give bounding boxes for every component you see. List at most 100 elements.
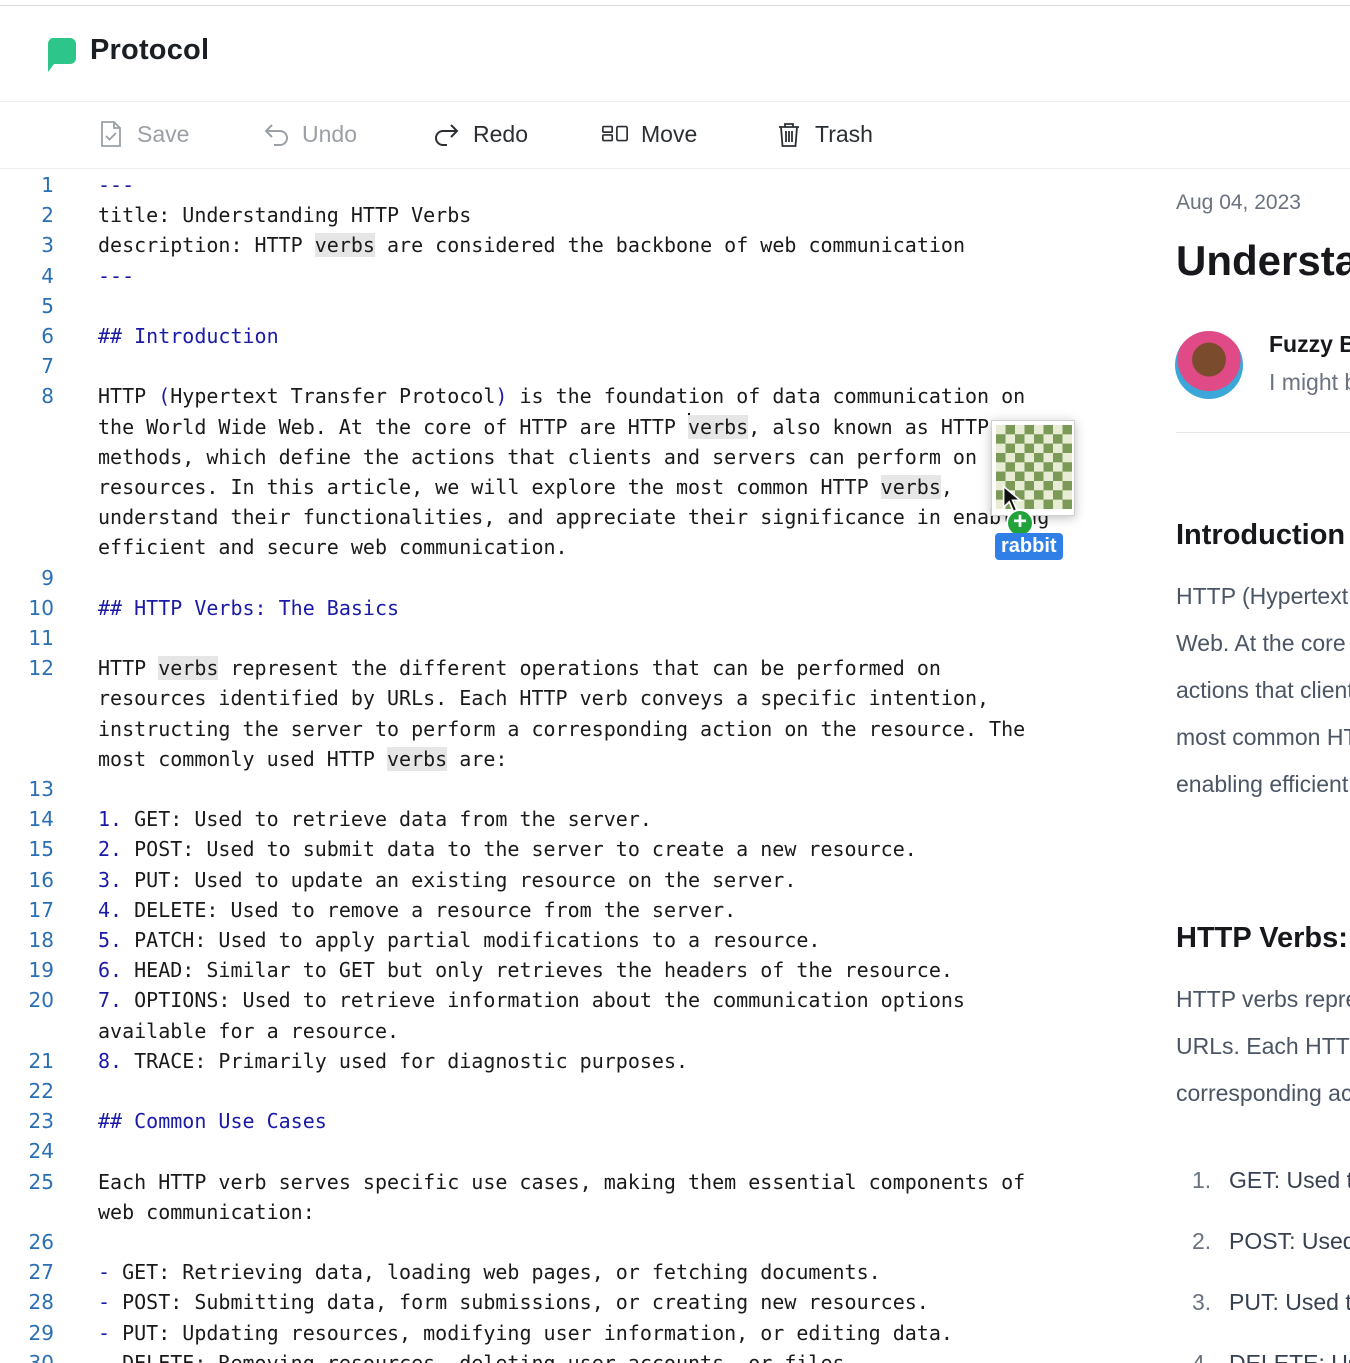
move-button[interactable]: Move [601,114,697,154]
editor-line[interactable]: available for a resource. [0,1016,1150,1046]
redo-button[interactable]: Redo [433,114,528,154]
list-text: PUT: Used to update an existing resource… [1229,1289,1350,1315]
board-square [1053,462,1063,472]
board-square [1062,499,1072,509]
redo-arrow-icon [435,124,459,146]
editor-line[interactable]: 17 4. DELETE: Used to remove a resource f… [0,895,1150,925]
post-title: Understanding HTTP Verbs [1176,237,1350,284]
text-segment: GET: Retrieving data, loading web pages,… [110,1260,881,1285]
line-text: - GET: Retrieving data, loading web page… [98,1257,881,1287]
editor-line[interactable]: 23 ## Common Use Cases [0,1106,1150,1136]
board-square [1043,499,1053,509]
editor-line[interactable]: 3 description: HTTP verbs are considered … [0,230,1150,260]
editor-line[interactable]: understand their functionalities, and ap… [0,502,1150,532]
board-square [996,443,1006,453]
editor-line[interactable]: the World Wide Web. At the core of HTTP … [0,412,1150,442]
board-square [1034,481,1044,491]
line-text: 4. DELETE: Used to remove a resource fro… [98,895,736,925]
list-text: DELETE: Used to remove a resource from t… [1229,1350,1350,1363]
editor-line[interactable]: 26 [0,1227,1150,1257]
line-text: 1. GET: Used to retrieve data from the s… [98,804,652,834]
editor-line[interactable]: resources. In this article, we will expl… [0,472,1150,502]
text-segment: ## Introduction [98,324,279,348]
editor-line[interactable]: 14 1. GET: Used to retrieve data from the… [0,804,1150,834]
editor-line[interactable]: 25 Each HTTP verb serves specific use cas… [0,1167,1150,1197]
editor-line[interactable]: 6 ## Introduction [0,321,1150,351]
board-square [1015,471,1025,481]
editor-line[interactable]: 8 HTTP (Hypertext Transfer Protocol) is t… [0,381,1150,411]
line-number: 1 [41,173,54,197]
editor-line[interactable]: resources identified by URLs. Each HTTP … [0,683,1150,713]
editor-line[interactable]: web communication: [0,1197,1150,1227]
line-number: 15 [28,837,54,862]
undo-label: Undo [302,120,357,147]
editor-line[interactable]: 18 5. PATCH: Used to apply partial modifi… [0,925,1150,955]
save-button[interactable]: Save [97,114,189,154]
editor-line[interactable]: 30 - DELETE: Removing resources, deleting… [0,1348,1150,1363]
editor-line[interactable]: 11 [0,623,1150,653]
editor-line[interactable]: 21 8. TRACE: Primarily used for diagnosti… [0,1046,1150,1076]
text-segment: Each HTTP verb serves specific use cases… [98,1169,1026,1194]
editor-line[interactable]: 19 6. HEAD: Similar to GET but only retri… [0,955,1150,985]
editor-line[interactable]: 15 2. POST: Used to submit data to the se… [0,834,1150,864]
editor-line[interactable]: 4 --- [0,261,1150,291]
editor-line[interactable]: 7 [0,351,1150,381]
undo-button[interactable]: Undo [262,114,357,154]
line-number: 26 [28,1230,54,1254]
paragraph-line: actions that clients and servers can per… [1176,677,1350,703]
editor-line[interactable]: most commonly used HTTP verbs are: [0,744,1150,774]
toolbar: Save Undo Redo Move Trash [0,102,1350,169]
line-number: 5 [41,293,54,318]
line-number: 12 [28,656,54,681]
board-square [996,425,1006,435]
board-square [1053,453,1063,463]
board-square [1043,453,1053,463]
editor-line[interactable]: 24 [0,1136,1150,1166]
line-text: 6. HEAD: Similar to GET but only retriev… [98,955,953,985]
editor-line[interactable]: 10 ## HTTP Verbs: The Basics [0,593,1150,623]
text-segment: TRACE: Primarily used for diagnostic pur… [122,1048,689,1073]
text-segment: PUT: Used to update an existing resource… [122,867,797,892]
text-segment: understand their functionalities, and ap… [98,505,1050,530]
editor-line[interactable]: 5 [0,291,1150,321]
board-square [1043,481,1053,491]
line-text: - PUT: Updating resources, modifying use… [98,1318,953,1348]
text-segment: 2. [98,837,123,862]
line-number: 8 [41,384,54,409]
line-number: 28 [28,1290,54,1315]
line-number: 22 [28,1079,54,1103]
editor-line[interactable]: 1 --- [0,170,1150,200]
avatar [1175,331,1243,399]
text-segment: , [940,475,953,499]
markdown-editor[interactable]: 1 --- 2 title: Understanding HTTP Verbs 3 des… [0,169,1150,1363]
line-text: 8. TRACE: Primarily used for diagnostic … [98,1046,688,1076]
line-number: 21 [28,1048,54,1073]
editor-line[interactable]: 22 [0,1076,1150,1106]
text-segment: POST: Used to submit data to the server … [122,837,917,862]
text-segment: - [98,1260,111,1285]
list-text: GET: Used to retrieve data from the serv… [1229,1167,1350,1193]
editor-line[interactable]: methods, which define the actions that c… [0,442,1150,472]
trash-button[interactable]: Trash [775,114,873,154]
editor-line[interactable]: 2 title: Understanding HTTP Verbs [0,200,1150,230]
editor-line[interactable]: 12 HTTP verbs represent the different ope… [0,653,1150,683]
editor-line[interactable]: 9 [0,563,1150,593]
editor-line[interactable]: 29 - PUT: Updating resources, modifying u… [0,1318,1150,1348]
editor-line[interactable]: 20 7. OPTIONS: Used to retrieve informati… [0,985,1150,1015]
editor-line[interactable]: 13 [0,774,1150,804]
line-number: 20 [28,988,54,1013]
text-segment: represent the different operations that … [218,656,941,681]
editor-line[interactable]: 16 3. PUT: Used to update an existing res… [0,865,1150,895]
save-label: Save [137,120,190,147]
board-square [1015,434,1025,444]
text-segment: GET: Used to retrieve data from the serv… [122,807,652,832]
board-square [1015,462,1025,472]
text-segment: HTTP [98,656,159,681]
line-text: understand their functionalities, and ap… [98,502,1049,532]
text-segment: - [98,1320,111,1345]
line-text: 5. PATCH: Used to apply partial modifica… [98,925,820,955]
editor-line[interactable]: instructing the server to perform a corr… [0,714,1150,744]
editor-line[interactable]: 27 - GET: Retrieving data, loading web pa… [0,1257,1150,1287]
editor-line[interactable]: 28 - POST: Submitting data, form submissi… [0,1287,1150,1317]
editor-line[interactable]: efficient and secure web communication. [0,532,1150,562]
